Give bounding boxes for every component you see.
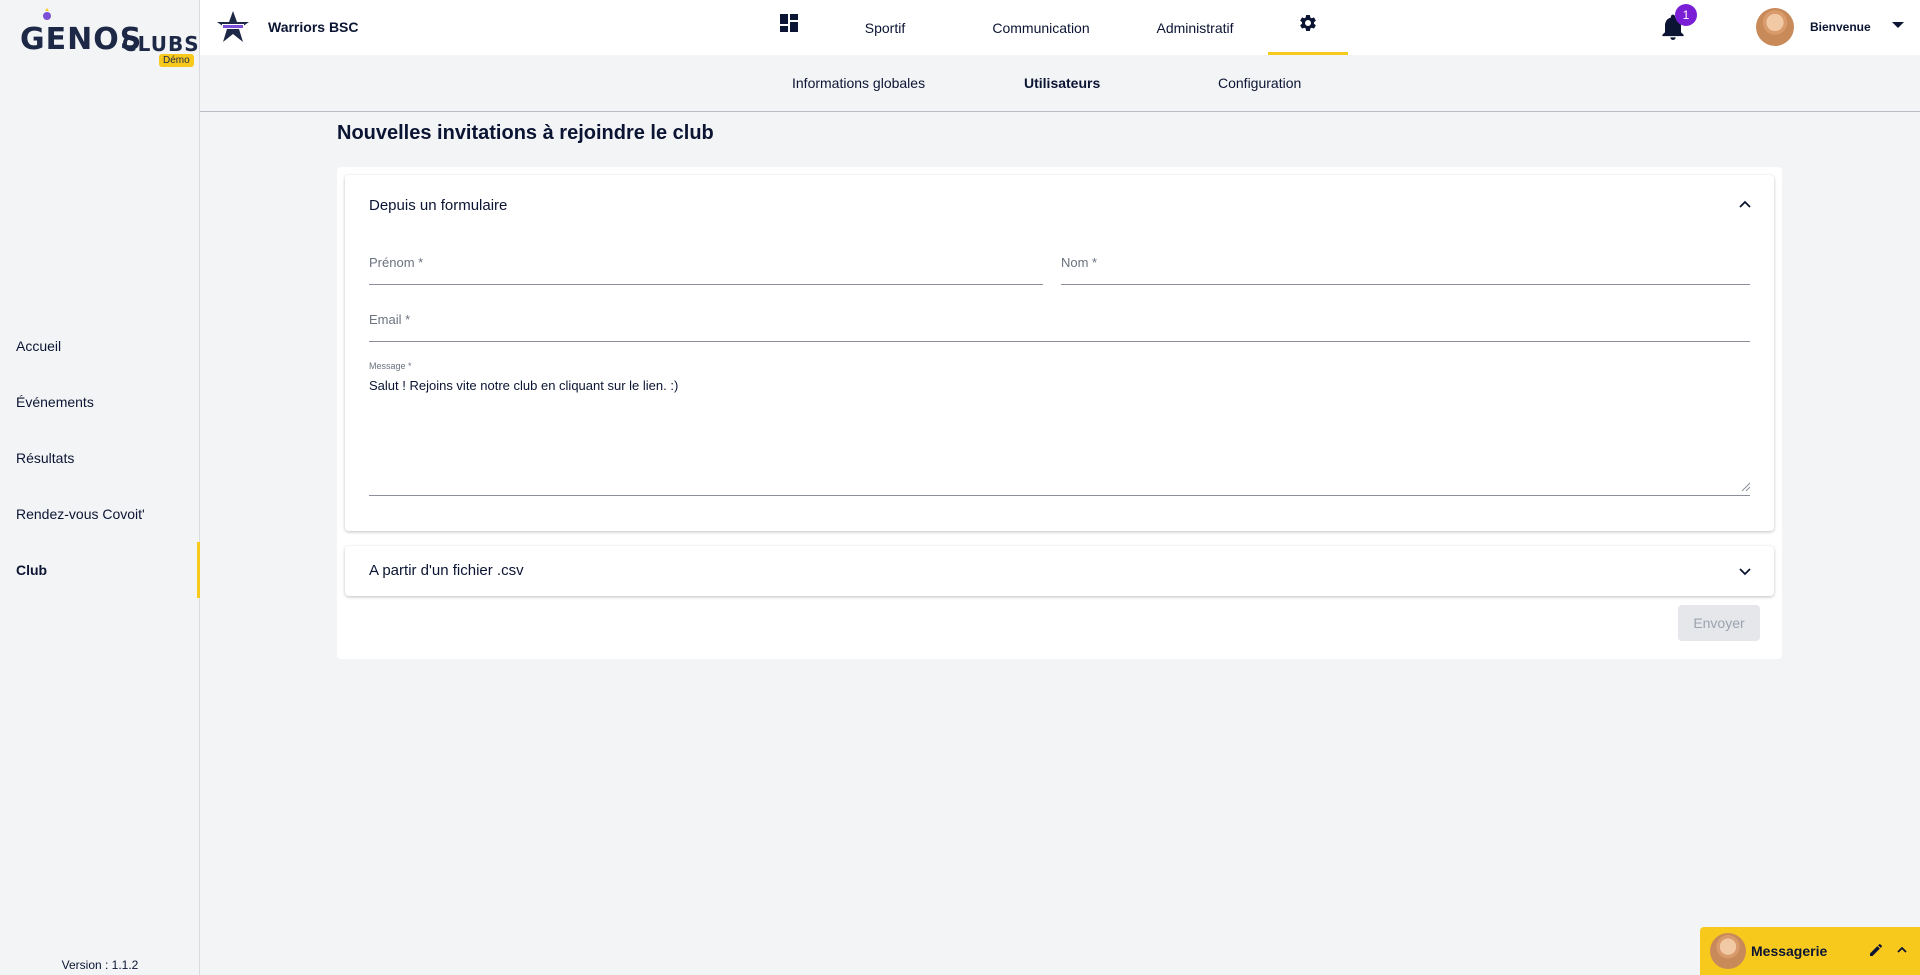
club-logo[interactable] (216, 10, 250, 44)
messaging-widget[interactable]: Messagerie (1700, 927, 1920, 975)
pencil-icon[interactable] (1868, 942, 1884, 958)
logo-mark-icon (43, 8, 51, 20)
tab-configuration[interactable]: Configuration (1218, 55, 1301, 111)
sidebar: GENOS CLUBS Démo Accueil Événements Résu… (0, 0, 200, 975)
chevron-down-icon[interactable] (1738, 565, 1752, 579)
form-accordion: Depuis un formulaire Prénom * Nom * Emai… (345, 175, 1774, 531)
tab-administratif[interactable]: Administratif (1130, 0, 1260, 55)
message-value: Salut ! Rejoins vite notre club en cliqu… (369, 378, 679, 393)
tab-sportif[interactable]: Sportif (845, 0, 925, 55)
sidebar-item-label: Rendez-vous Covoit' (16, 506, 145, 522)
chevron-up-icon[interactable] (1738, 197, 1752, 211)
demo-badge: Démo (159, 54, 194, 67)
field-label: Email * (369, 312, 411, 327)
tab-label: Configuration (1218, 75, 1302, 91)
field-label: Prénom * (369, 255, 424, 270)
chevron-up-icon[interactable] (1896, 944, 1908, 956)
user-menu-label[interactable]: Bienvenue (1810, 20, 1871, 34)
tab-label: Administratif (1156, 19, 1234, 36)
sidebar-item-label: Événements (16, 394, 94, 410)
accordion-title: A partir d'un fichier .csv (369, 562, 524, 579)
firstname-field[interactable]: Prénom * (369, 253, 1043, 285)
accordion-title: Depuis un formulaire (369, 197, 508, 214)
gear-icon (1300, 14, 1316, 31)
sidebar-nav: Accueil Événements Résultats Rendez-vous… (0, 318, 200, 598)
avatar[interactable] (1756, 8, 1794, 46)
tab-dashboard[interactable] (756, 0, 822, 55)
notification-badge: 1 (1675, 4, 1697, 26)
tab-label: Sportif (864, 19, 906, 36)
tab-communication[interactable]: Communication (980, 0, 1102, 55)
tab-label: Communication (992, 19, 1090, 36)
sidebar-item-label: Accueil (16, 338, 62, 354)
avatar (1710, 933, 1746, 969)
tab-label: Utilisateurs (1024, 75, 1101, 91)
sidebar-item-label: Résultats (16, 450, 75, 466)
send-button[interactable]: Envoyer (1678, 605, 1760, 641)
form-accordion-header[interactable]: Depuis un formulaire (345, 175, 1774, 227)
sidebar-item-evenements[interactable]: Événements (0, 374, 200, 430)
sidebar-item-covoit[interactable]: Rendez-vous Covoit' (0, 486, 200, 542)
resize-handle-icon[interactable] (1740, 481, 1750, 491)
club-name: Warriors BSC (268, 19, 359, 35)
lastname-field[interactable]: Nom * (1061, 253, 1750, 285)
invitation-panel: Depuis un formulaire Prénom * Nom * Emai… (337, 167, 1782, 659)
dashboard-icon (780, 13, 798, 32)
tab-settings[interactable] (1268, 0, 1348, 55)
csv-accordion[interactable]: A partir d'un fichier .csv (345, 546, 1774, 596)
sidebar-item-accueil[interactable]: Accueil (0, 318, 200, 374)
logo-subtext: CLUBS (122, 32, 200, 56)
tab-utilisateurs[interactable]: Utilisateurs (1024, 55, 1100, 111)
sidebar-item-label: Club (16, 562, 48, 578)
app-version: Version : 1.1.2 (61, 958, 139, 972)
app-logo[interactable]: GENOS CLUBS Démo (18, 8, 199, 70)
sidebar-item-club[interactable]: Club (0, 542, 200, 598)
sidebar-item-resultats[interactable]: Résultats (0, 430, 200, 486)
sub-nav: Informations globales Utilisateurs Confi… (200, 55, 1920, 112)
caret-down-icon[interactable] (1892, 22, 1904, 28)
tab-label: Informations globales (792, 75, 926, 91)
page-title: Nouvelles invitations à rejoindre le clu… (337, 122, 714, 144)
messaging-title: Messagerie (1751, 943, 1828, 959)
field-label: Nom * (1061, 255, 1098, 270)
tab-informations-globales[interactable]: Informations globales (792, 55, 925, 111)
top-bar: Warriors BSC Sportif Communication Admin… (200, 0, 1920, 55)
email-field[interactable]: Email * (369, 310, 1750, 342)
